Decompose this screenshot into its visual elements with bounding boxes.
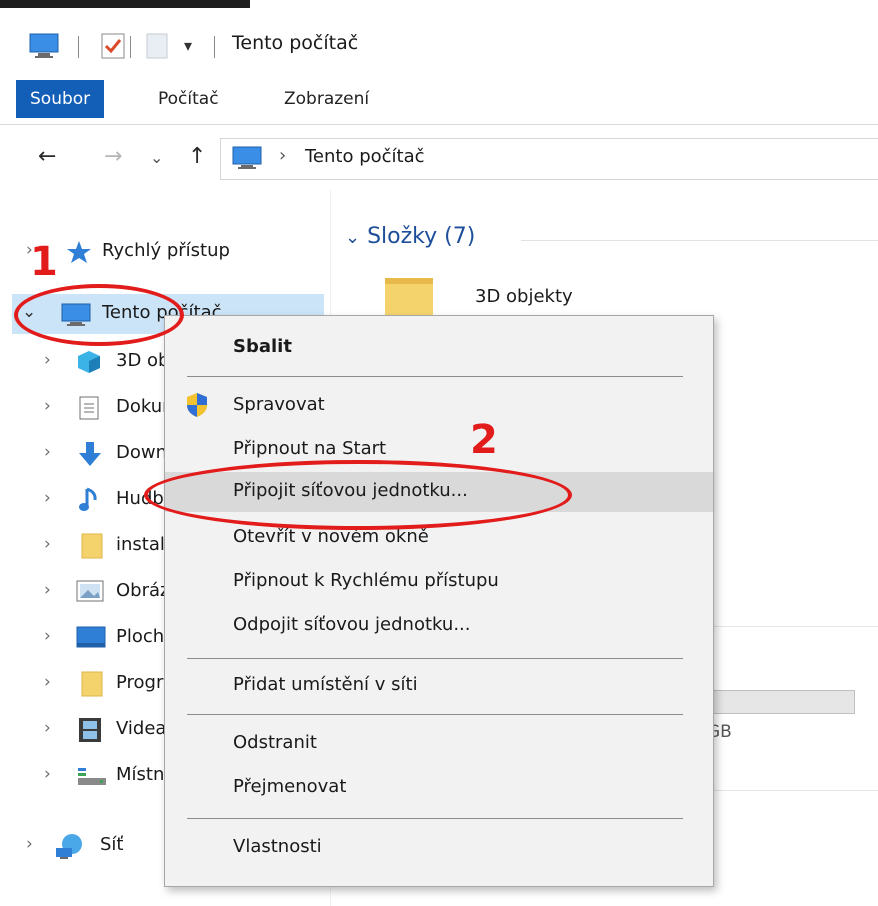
menu-item-properties[interactable]: Vlastnosti	[165, 828, 713, 868]
title-bar: ▾ Tento počítač	[0, 18, 878, 74]
menu-separator	[187, 818, 683, 819]
toolbar-separator	[78, 36, 79, 58]
expand-chevron-icon[interactable]: ›	[44, 534, 51, 554]
toolbar-separator	[130, 36, 131, 58]
network-icon	[54, 832, 86, 865]
nav-item-label: Rychlý přístup	[102, 240, 230, 261]
menu-separator	[187, 714, 683, 715]
pictures-icon	[76, 580, 104, 607]
this-pc-icon	[231, 145, 263, 176]
expand-chevron-icon[interactable]: ›	[44, 764, 51, 784]
folder-icon	[80, 670, 104, 703]
menu-item-collapse[interactable]: Sbalit	[165, 328, 713, 368]
customize-toolbar-dropdown-icon[interactable]: ▾	[184, 36, 192, 55]
expand-chevron-icon[interactable]: ›	[44, 350, 51, 370]
annotation-step-2: 2	[470, 417, 498, 463]
breadcrumb-this-pc[interactable]: Tento počítač	[305, 146, 425, 167]
downloads-icon	[76, 440, 104, 473]
nav-item-label: Síť	[100, 834, 124, 855]
menu-item-disconnect-network-drive[interactable]: Odpojit síťovou jednotku...	[165, 606, 713, 646]
folder-icon	[80, 532, 104, 565]
star-icon	[66, 240, 92, 269]
this-pc-icon	[28, 32, 60, 65]
navigation-bar: ← → ⌄ ↑ › Tento počítač	[0, 130, 878, 190]
properties-icon[interactable]	[100, 32, 126, 65]
folder-label[interactable]: 3D objekty	[475, 286, 573, 307]
3d-objects-icon	[76, 349, 102, 380]
menu-item-add-network-location[interactable]: Přidat umístění v síti	[165, 666, 713, 706]
back-arrow-icon[interactable]: ←	[38, 144, 56, 169]
shield-icon	[185, 392, 209, 423]
menu-item-manage[interactable]: Spravovat	[165, 386, 713, 426]
new-folder-icon[interactable]	[145, 32, 169, 65]
forward-arrow-icon[interactable]: →	[104, 144, 122, 169]
menu-separator	[187, 658, 683, 659]
ribbon-tabs: Soubor Počítač Zobrazení	[0, 80, 878, 125]
group-collapse-chevron-icon[interactable]: ⌄	[345, 227, 360, 248]
group-title: Složky (7)	[367, 224, 476, 249]
up-arrow-icon[interactable]: ↑	[188, 144, 206, 169]
nav-item-label: Videa	[116, 718, 167, 739]
annotation-step-1: 1	[30, 239, 58, 285]
background-window-edge	[0, 0, 250, 8]
annotation-oval-this-pc	[14, 284, 184, 346]
window-title: Tento počítač	[232, 32, 359, 54]
videos-icon	[78, 717, 102, 748]
menu-separator	[187, 376, 683, 377]
expand-chevron-icon[interactable]: ›	[44, 442, 51, 462]
tab-zobrazeni[interactable]: Zobrazení	[284, 80, 369, 118]
music-icon	[78, 486, 102, 519]
menu-item-pin-quick-access[interactable]: Připnout k Rychlému přístupu	[165, 562, 713, 602]
expand-chevron-icon[interactable]: ›	[44, 672, 51, 692]
menu-item-rename[interactable]: Přejmenovat	[165, 768, 713, 808]
group-divider	[521, 240, 878, 241]
tab-soubor[interactable]: Soubor	[16, 80, 105, 118]
desktop-icon	[76, 626, 106, 653]
tab-pocitac[interactable]: Počítač	[158, 80, 219, 118]
annotation-oval-map-drive	[144, 460, 572, 530]
address-bar[interactable]: › Tento počítač	[220, 138, 878, 180]
expand-chevron-icon[interactable]: ›	[26, 834, 33, 854]
expand-chevron-icon[interactable]: ›	[44, 718, 51, 738]
toolbar-separator	[214, 36, 215, 58]
drive-usage-bar	[705, 690, 855, 714]
group-header-folders[interactable]: ⌄ Složky (7)	[345, 224, 475, 249]
documents-icon	[78, 395, 100, 426]
group-divider	[705, 626, 878, 627]
expand-chevron-icon[interactable]: ›	[44, 626, 51, 646]
local-disk-icon	[76, 764, 106, 791]
expand-chevron-icon[interactable]: ›	[44, 396, 51, 416]
recent-locations-chevron-icon[interactable]: ⌄	[150, 148, 163, 167]
group-divider	[705, 790, 878, 791]
expand-chevron-icon[interactable]: ›	[44, 580, 51, 600]
context-menu: Sbalit Spravovat Připnout na Start Připo…	[164, 315, 714, 887]
nav-item-label: install	[116, 534, 170, 555]
expand-chevron-icon[interactable]: ›	[44, 488, 51, 508]
menu-item-delete[interactable]: Odstranit	[165, 724, 713, 764]
background-window-strip	[0, 0, 878, 10]
breadcrumb-chevron-icon: ›	[279, 145, 287, 166]
